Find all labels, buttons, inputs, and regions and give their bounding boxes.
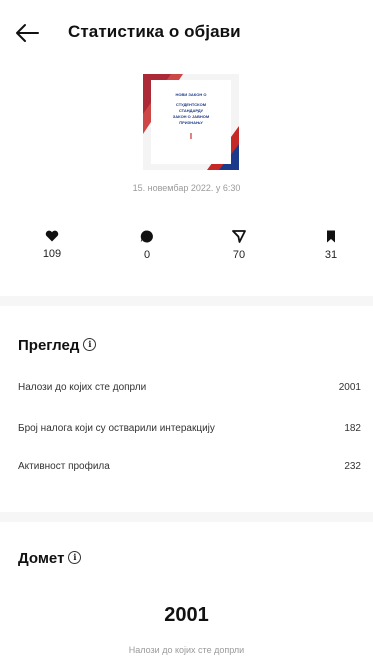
image-line: НОВИ ЗАКОН О bbox=[175, 92, 207, 97]
post-date: 15. новембар 2022. у 6:30 bbox=[132, 183, 241, 193]
shares-stat: 70 bbox=[219, 230, 259, 261]
send-icon bbox=[232, 230, 246, 243]
likes-count: 109 bbox=[42, 248, 62, 260]
image-line: I bbox=[189, 132, 193, 141]
heart-icon bbox=[45, 230, 59, 242]
image-line: ПРИЗНАЊУ bbox=[179, 120, 203, 125]
overview-row-value: 182 bbox=[344, 423, 361, 434]
comments-stat: 0 bbox=[127, 230, 167, 261]
saves-count: 31 bbox=[324, 249, 338, 261]
shares-count: 70 bbox=[232, 249, 246, 261]
info-icon[interactable]: i bbox=[68, 551, 82, 564]
overview-row-value: 232 bbox=[344, 461, 361, 472]
reach-section-title: Домет i bbox=[18, 550, 82, 567]
reach-title: Домет bbox=[18, 550, 65, 567]
overview-row-label: Активност профила bbox=[18, 461, 110, 472]
post-thumbnail[interactable]: НОВИ ЗАКОН О СТУДЕНТСКОМ СТАНДАРДУ ЗАКОН… bbox=[143, 74, 239, 170]
overview-row-value: 2001 bbox=[338, 382, 361, 393]
overview-row-label: Налози до којих сте допрли bbox=[18, 382, 147, 393]
reach-value: 2001 bbox=[164, 604, 209, 626]
header: Статистика о објави bbox=[0, 0, 373, 64]
post-image-card: НОВИ ЗАКОН О СТУДЕНТСКОМ СТАНДАРДУ ЗАКОН… bbox=[151, 80, 231, 164]
bookmark-icon bbox=[327, 230, 335, 243]
page-title: Статистика о објави bbox=[68, 22, 241, 41]
likes-stat: 109 bbox=[32, 230, 72, 260]
reach-caption: Налози до којих сте допрли bbox=[128, 645, 245, 655]
section-divider bbox=[0, 512, 373, 522]
comment-icon bbox=[140, 230, 153, 243]
section-divider bbox=[0, 296, 373, 306]
overview-section-title: Преглед i bbox=[18, 337, 97, 354]
overview-title: Преглед bbox=[18, 337, 80, 354]
back-arrow-icon[interactable] bbox=[14, 22, 40, 44]
saves-stat: 31 bbox=[311, 230, 351, 261]
info-icon[interactable]: i bbox=[83, 338, 97, 351]
comments-count: 0 bbox=[143, 249, 151, 261]
overview-row-label: Број налога који су остварили интеракциј… bbox=[18, 423, 215, 434]
